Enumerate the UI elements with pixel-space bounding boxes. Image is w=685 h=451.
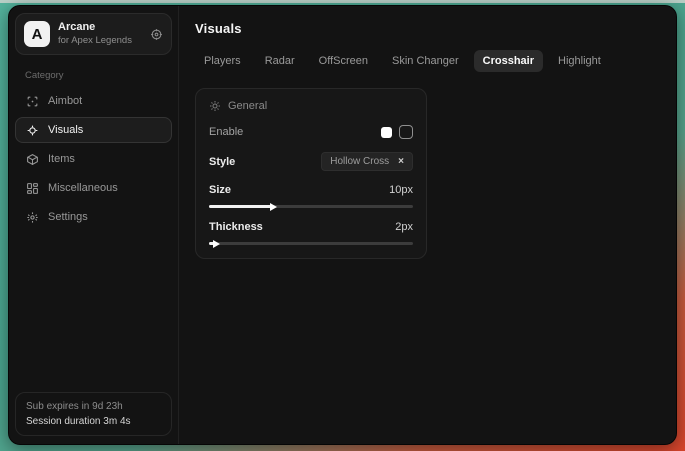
sidebar-nav: Aimbot Visuals Items	[15, 88, 172, 230]
size-slider-thumb[interactable]	[270, 203, 277, 211]
size-slider-fill	[209, 205, 272, 208]
sidebar-item-label: Visuals	[48, 124, 83, 136]
thickness-value: 2px	[395, 221, 413, 233]
brand-text: Arcane for Apex Legends	[58, 21, 142, 47]
sidebar-item-label: Aimbot	[48, 95, 82, 107]
sidebar-item-label: Items	[48, 153, 75, 165]
sidebar-item-label: Miscellaneous	[48, 182, 118, 194]
tab-skin-changer[interactable]: Skin Changer	[383, 50, 468, 72]
sub-expires-text: Sub expires in 9d 23h	[26, 401, 161, 412]
brand-card: A Arcane for Apex Legends	[15, 13, 172, 55]
miscellaneous-icon	[25, 182, 39, 195]
size-value: 10px	[389, 184, 413, 196]
color-swatch[interactable]	[381, 127, 392, 138]
session-duration-text: Session duration 3m 4s	[26, 416, 161, 427]
app-name: Arcane	[58, 21, 142, 34]
sidebar-spacer	[15, 230, 172, 392]
tab-radar[interactable]: Radar	[256, 50, 304, 72]
items-icon	[25, 153, 39, 166]
panel-title: General	[228, 100, 267, 112]
sidebar-item-visuals[interactable]: Visuals	[15, 117, 172, 143]
page-title: Visuals	[195, 21, 660, 36]
crosshair-target-icon[interactable]	[150, 28, 163, 41]
sidebar-item-aimbot[interactable]: Aimbot	[15, 88, 172, 114]
aimbot-icon	[25, 95, 39, 108]
category-label: Category	[25, 70, 162, 81]
tab-crosshair[interactable]: Crosshair	[474, 50, 543, 72]
settings-icon	[25, 211, 39, 224]
enable-checkbox[interactable]	[399, 125, 413, 139]
size-row: Size 10px	[209, 184, 413, 196]
thickness-row: Thickness 2px	[209, 221, 413, 233]
enable-controls	[381, 125, 413, 139]
general-panel: General Enable Style Hollow Cross × Size…	[195, 88, 427, 259]
thickness-label: Thickness	[209, 221, 263, 233]
size-slider[interactable]	[209, 205, 413, 208]
tab-players[interactable]: Players	[195, 50, 250, 72]
thickness-slider[interactable]	[209, 242, 413, 245]
visuals-icon	[25, 124, 39, 137]
tab-offscreen[interactable]: OffScreen	[310, 50, 377, 72]
sidebar-item-items[interactable]: Items	[15, 146, 172, 172]
app-logo: A	[24, 21, 50, 47]
enable-label: Enable	[209, 126, 243, 138]
sidebar: A Arcane for Apex Legends Category	[9, 6, 179, 444]
app-subtitle: for Apex Legends	[58, 35, 142, 46]
size-label: Size	[209, 184, 231, 196]
general-gear-icon	[209, 100, 221, 112]
style-row: Style Hollow Cross ×	[209, 152, 413, 171]
main-content: Visuals Players Radar OffScreen Skin Cha…	[179, 6, 676, 444]
style-label: Style	[209, 156, 235, 168]
subscription-card: Sub expires in 9d 23h Session duration 3…	[15, 392, 172, 436]
tab-bar: Players Radar OffScreen Skin Changer Cro…	[195, 50, 660, 72]
sidebar-item-miscellaneous[interactable]: Miscellaneous	[15, 175, 172, 201]
style-select[interactable]: Hollow Cross ×	[321, 152, 413, 171]
sidebar-item-label: Settings	[48, 211, 88, 223]
style-value: Hollow Cross	[330, 156, 389, 167]
app-window: A Arcane for Apex Legends Category	[8, 5, 677, 445]
tab-highlight[interactable]: Highlight	[549, 50, 610, 72]
sidebar-item-settings[interactable]: Settings	[15, 204, 172, 230]
enable-row: Enable	[209, 125, 413, 139]
panel-header: General	[209, 100, 413, 112]
thickness-slider-thumb[interactable]	[213, 240, 220, 248]
remove-style-icon[interactable]: ×	[398, 157, 404, 167]
